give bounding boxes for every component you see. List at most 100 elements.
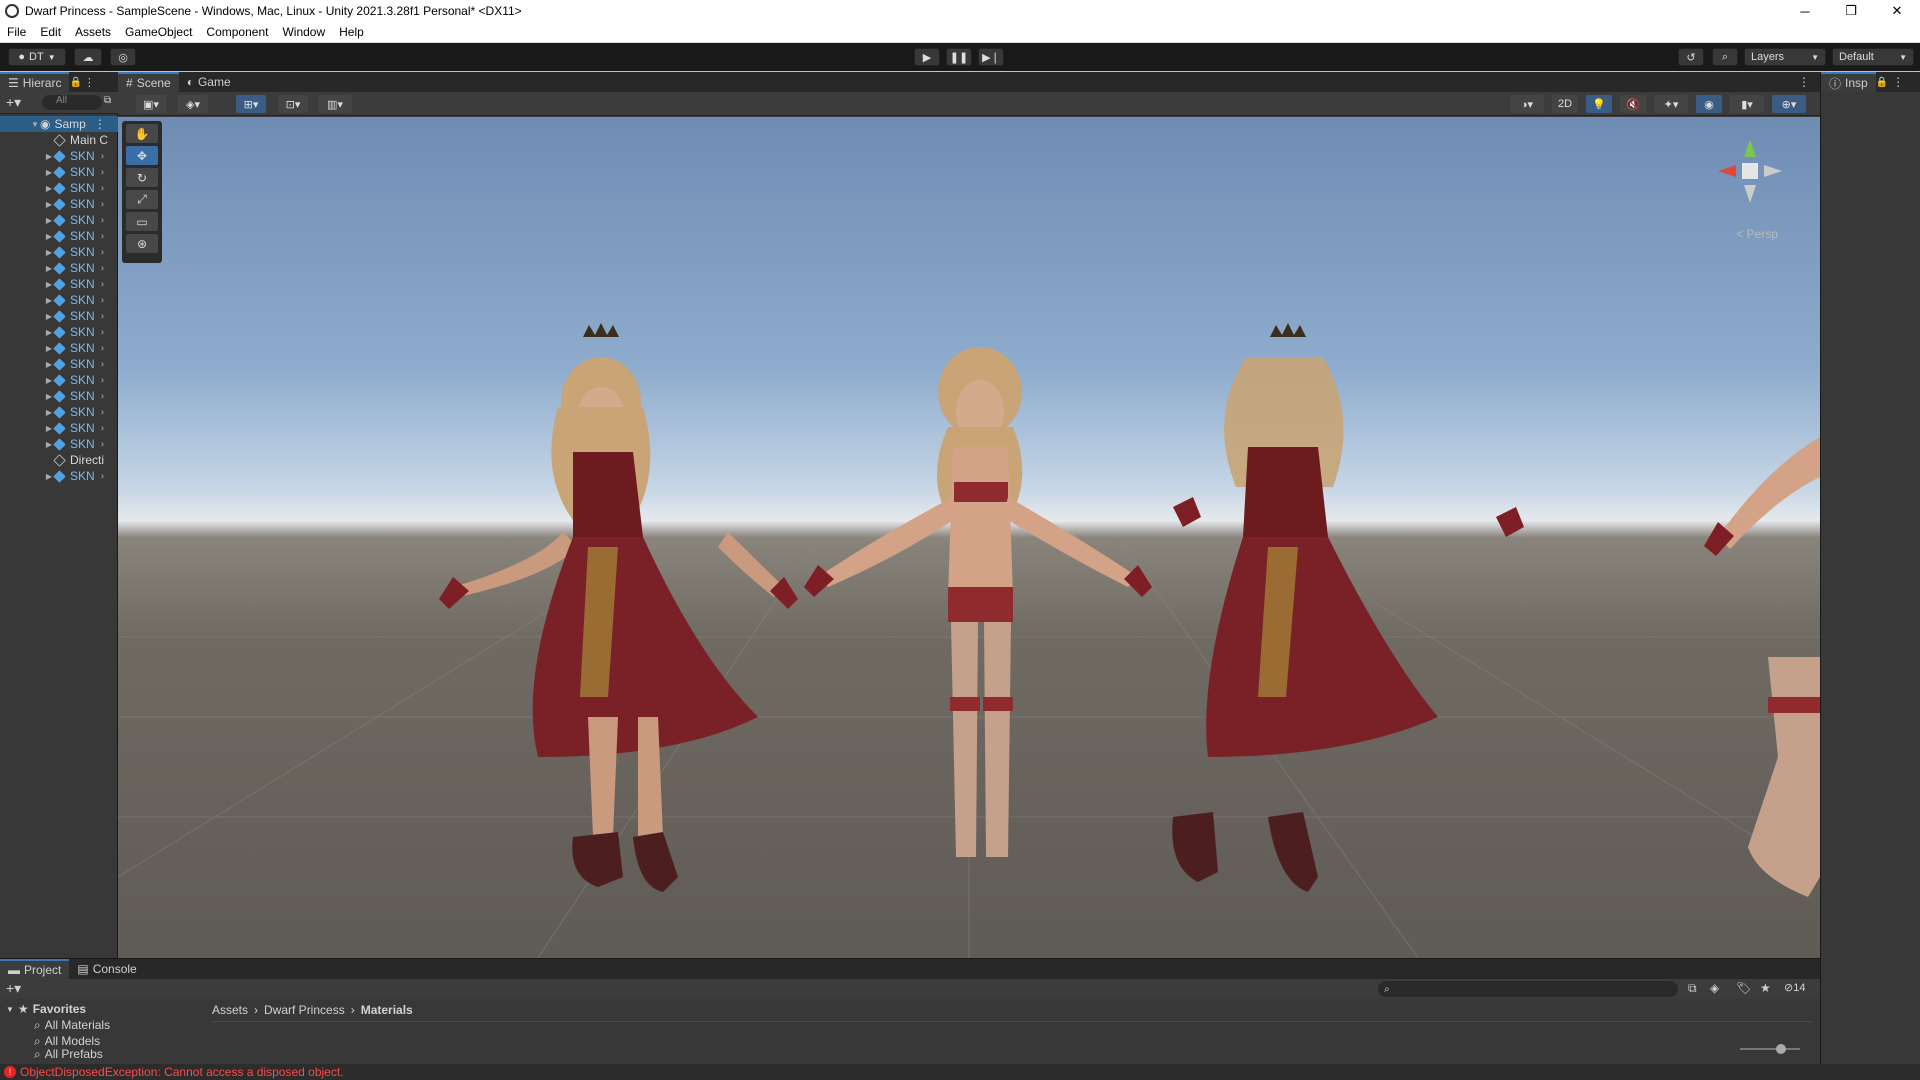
minimize-button[interactable]: ─: [1782, 0, 1828, 22]
list-item[interactable]: Main C: [0, 132, 118, 148]
toggle-2d-button[interactable]: 2D: [1552, 95, 1578, 113]
list-item[interactable]: ▶ SKN ›: [0, 468, 118, 484]
breadcrumb-assets[interactable]: Assets: [212, 1003, 248, 1017]
perspective-label[interactable]: < Persp: [1736, 227, 1778, 241]
star-icon[interactable]: ★: [1760, 981, 1771, 995]
list-item[interactable]: ▶ SKN ›: [0, 356, 118, 372]
chevron-right-icon[interactable]: ›: [101, 327, 104, 338]
label-filter-icon[interactable]: 🏷: [1736, 981, 1751, 995]
breadcrumb-materials[interactable]: Materials: [361, 1003, 413, 1017]
grid-snap-dropdown[interactable]: ⊡▾: [278, 95, 308, 113]
lock-icon[interactable]: 🔒: [1876, 77, 1888, 88]
list-item[interactable]: ▶ SKN ›: [0, 260, 118, 276]
more-icon[interactable]: ⋮: [94, 117, 106, 131]
gizmos-dropdown[interactable]: ⊕▾: [1772, 95, 1806, 113]
chevron-right-icon[interactable]: ›: [101, 183, 104, 194]
status-message[interactable]: ObjectDisposedException: Cannot access a…: [20, 1065, 344, 1079]
play-button[interactable]: ▶: [914, 48, 940, 66]
list-item[interactable]: ▶ SKN ›: [0, 388, 118, 404]
list-item[interactable]: ▶ SKN ›: [0, 164, 118, 180]
tab-game[interactable]: ◐ Game: [179, 72, 239, 92]
scene-viewport[interactable]: ✋ ✥ ↻ ⤢ ▭ ⊛ < Persp: [118, 117, 1820, 958]
favorites-header[interactable]: ▼ ★ Favorites: [0, 1001, 205, 1017]
expand-arrow-icon[interactable]: ▼: [30, 120, 40, 129]
favorite-all-prefabs[interactable]: ⌕ All Prefabs: [0, 1049, 205, 1059]
filter-icon[interactable]: ⧉: [1688, 981, 1697, 996]
menu-gameobject[interactable]: GameObject: [118, 25, 199, 39]
list-item[interactable]: ▶ SKN ›: [0, 308, 118, 324]
more-icon[interactable]: ⋮: [84, 76, 95, 89]
tab-hierarchy[interactable]: ☰ Hierarc: [0, 72, 70, 92]
move-tool-icon[interactable]: ✥: [126, 146, 158, 165]
chevron-right-icon[interactable]: ›: [101, 407, 104, 418]
list-item[interactable]: ▶ SKN ›: [0, 292, 118, 308]
rect-tool-icon[interactable]: ▭: [126, 212, 158, 231]
breadcrumb-dwarf-princess[interactable]: Dwarf Princess: [264, 1003, 345, 1017]
more-icon[interactable]: ⋮: [1798, 75, 1810, 89]
maximize-button[interactable]: ❐: [1828, 0, 1874, 22]
chevron-right-icon[interactable]: ›: [101, 343, 104, 354]
scene-visibility-icon[interactable]: ⧉: [104, 95, 111, 106]
chevron-right-icon[interactable]: ›: [101, 471, 104, 482]
list-item[interactable]: ▶ SKN ›: [0, 420, 118, 436]
rotate-tool-icon[interactable]: ↻: [126, 168, 158, 187]
menu-assets[interactable]: Assets: [68, 25, 118, 39]
list-item[interactable]: ▶ SKN ›: [0, 324, 118, 340]
tab-scene[interactable]: # Scene: [118, 72, 179, 92]
chevron-right-icon[interactable]: ›: [101, 167, 104, 178]
chevron-right-icon[interactable]: ›: [101, 215, 104, 226]
chevron-right-icon[interactable]: ›: [101, 199, 104, 210]
camera-dropdown[interactable]: ▮▾: [1730, 95, 1764, 113]
close-button[interactable]: ✕: [1874, 0, 1920, 22]
chevron-right-icon[interactable]: ›: [101, 295, 104, 306]
visibility-toggle[interactable]: ◉: [1696, 95, 1722, 113]
shading-dropdown[interactable]: ◑▾: [1510, 95, 1544, 113]
favorite-all-models[interactable]: ⌕ All Models: [0, 1033, 205, 1049]
add-button[interactable]: +▾: [6, 980, 21, 997]
scale-tool-icon[interactable]: ⤢: [126, 190, 158, 209]
list-item[interactable]: Directi: [0, 452, 118, 468]
tab-project[interactable]: ▬ Project: [0, 959, 70, 979]
move-snap-dropdown[interactable]: ⊞▾: [236, 95, 266, 113]
list-item[interactable]: ▶ SKN ›: [0, 404, 118, 420]
list-item[interactable]: ▶ SKN ›: [0, 244, 118, 260]
menu-file[interactable]: File: [0, 25, 33, 39]
list-item[interactable]: ▶ SKN ›: [0, 228, 118, 244]
tab-console[interactable]: ▤ Console: [69, 959, 144, 979]
list-item[interactable]: ▶ SKN ›: [0, 196, 118, 212]
list-item[interactable]: ▶ SKN ›: [0, 180, 118, 196]
collab-button[interactable]: ◎: [110, 48, 136, 66]
list-item[interactable]: ▼ ◉ Samp ⋮: [0, 116, 118, 132]
layout-dropdown[interactable]: Default ▼: [1832, 48, 1914, 66]
hierarchy-search-input[interactable]: All: [42, 95, 102, 110]
cloud-button[interactable]: ☁: [74, 48, 102, 66]
menu-edit[interactable]: Edit: [33, 25, 68, 39]
menu-window[interactable]: Window: [275, 25, 332, 39]
chevron-right-icon[interactable]: ›: [101, 359, 104, 370]
chevron-right-icon[interactable]: ›: [101, 231, 104, 242]
search-button[interactable]: ⌕: [1712, 48, 1738, 66]
list-item[interactable]: ▶ SKN ›: [0, 372, 118, 388]
lighting-toggle[interactable]: 💡: [1586, 95, 1612, 113]
list-item[interactable]: ▶ SKN ›: [0, 212, 118, 228]
layers-dropdown[interactable]: Layers ▼: [1744, 48, 1826, 66]
menu-help[interactable]: Help: [332, 25, 371, 39]
account-dropdown[interactable]: ● DT ▼: [8, 48, 66, 66]
chevron-right-icon[interactable]: ›: [101, 311, 104, 322]
chevron-right-icon[interactable]: ›: [101, 423, 104, 434]
list-item[interactable]: ▶ SKN ›: [0, 276, 118, 292]
zoom-slider-handle[interactable]: [1776, 1044, 1786, 1054]
project-search-input[interactable]: ⌕: [1378, 981, 1678, 997]
list-item[interactable]: ▶ SKN ›: [0, 340, 118, 356]
audio-toggle[interactable]: 🔇: [1620, 95, 1646, 113]
chevron-right-icon[interactable]: ›: [101, 263, 104, 274]
effects-dropdown[interactable]: ✦▾: [1654, 95, 1688, 113]
orientation-gizmo[interactable]: [1710, 129, 1790, 219]
step-button[interactable]: ▶❘: [978, 48, 1004, 66]
hidden-packages-icon[interactable]: ⊘14: [1784, 981, 1805, 994]
render-mode-dropdown[interactable]: ◈▾: [178, 95, 208, 113]
chevron-right-icon[interactable]: ›: [101, 375, 104, 386]
chevron-right-icon[interactable]: ›: [101, 439, 104, 450]
chevron-right-icon[interactable]: ›: [101, 151, 104, 162]
history-button[interactable]: ↺: [1678, 48, 1704, 66]
